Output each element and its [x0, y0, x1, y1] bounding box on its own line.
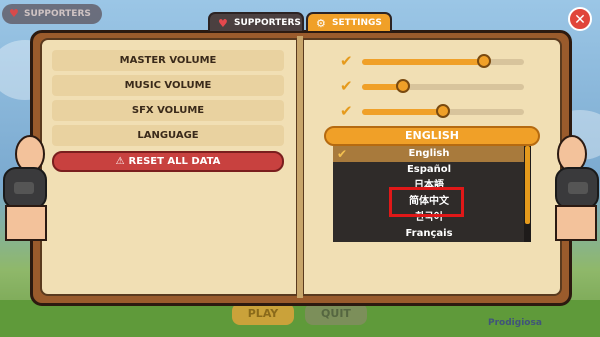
book-spine — [297, 36, 303, 298]
reset-all-data-label: RESET ALL DATA — [128, 156, 221, 167]
background-play-button: PLAY — [232, 303, 294, 325]
slider-fill — [362, 109, 443, 115]
close-icon: ✕ — [574, 12, 586, 28]
language-list-scrollbar[interactable] — [524, 146, 531, 242]
tab-settings[interactable]: ⚙ SETTINGS — [306, 12, 392, 31]
sfx-volume-toggle[interactable]: ✔ — [340, 103, 356, 119]
language-option[interactable]: ✔ English — [333, 146, 525, 162]
background-supporters-label: SUPPORTERS — [24, 9, 91, 19]
slider-fill — [362, 59, 484, 65]
sfx-volume-slider[interactable] — [362, 104, 524, 118]
tab-supporters-label: SUPPORTERS — [234, 18, 301, 28]
language-option[interactable]: Español — [333, 162, 525, 178]
right-glove-hand — [555, 135, 599, 241]
language-label: LANGUAGE — [52, 125, 284, 146]
background-supporters-pill: ♥ SUPPORTERS — [2, 4, 102, 24]
slider-knob[interactable] — [436, 104, 450, 118]
checkmark-icon: ✔ — [340, 52, 353, 70]
warning-icon: ⚠ — [115, 156, 125, 167]
checkmark-icon: ✔ — [340, 102, 353, 120]
heart-icon: ♥ — [9, 7, 19, 20]
tab-settings-label: SETTINGS — [332, 18, 382, 28]
language-option-label: Français — [405, 228, 453, 239]
master-volume-label: MASTER VOLUME — [52, 50, 284, 71]
tab-supporters[interactable]: ♥ SUPPORTERS — [208, 12, 304, 31]
language-option[interactable]: Français — [333, 226, 525, 242]
highlight-annotation-box — [389, 187, 464, 217]
master-volume-slider[interactable] — [362, 54, 524, 68]
scrollbar-thumb[interactable] — [525, 146, 530, 224]
gear-icon: ⚙ — [316, 17, 326, 30]
checkmark-icon: ✔ — [340, 77, 353, 95]
slider-knob[interactable] — [476, 54, 491, 68]
slider-knob[interactable] — [395, 79, 410, 93]
background-quit-button: QUIT — [305, 303, 367, 325]
sfx-volume-label: SFX VOLUME — [52, 100, 284, 121]
reset-all-data-button[interactable]: ⚠ RESET ALL DATA — [52, 151, 284, 172]
master-volume-toggle[interactable]: ✔ — [340, 53, 356, 69]
music-volume-toggle[interactable]: ✔ — [340, 78, 356, 94]
music-volume-slider[interactable] — [362, 79, 524, 93]
heart-icon: ♥ — [218, 17, 228, 30]
music-volume-label: MUSIC VOLUME — [52, 75, 284, 96]
close-button[interactable]: ✕ — [568, 7, 592, 31]
language-option-label: Español — [406, 164, 452, 175]
language-dropdown[interactable]: ENGLISH — [324, 126, 540, 146]
checkmark-icon: ✔ — [337, 147, 348, 161]
left-glove-hand — [3, 135, 47, 241]
background-brand-label: Prodigiosa — [488, 318, 542, 328]
language-option-label: English — [408, 148, 450, 159]
